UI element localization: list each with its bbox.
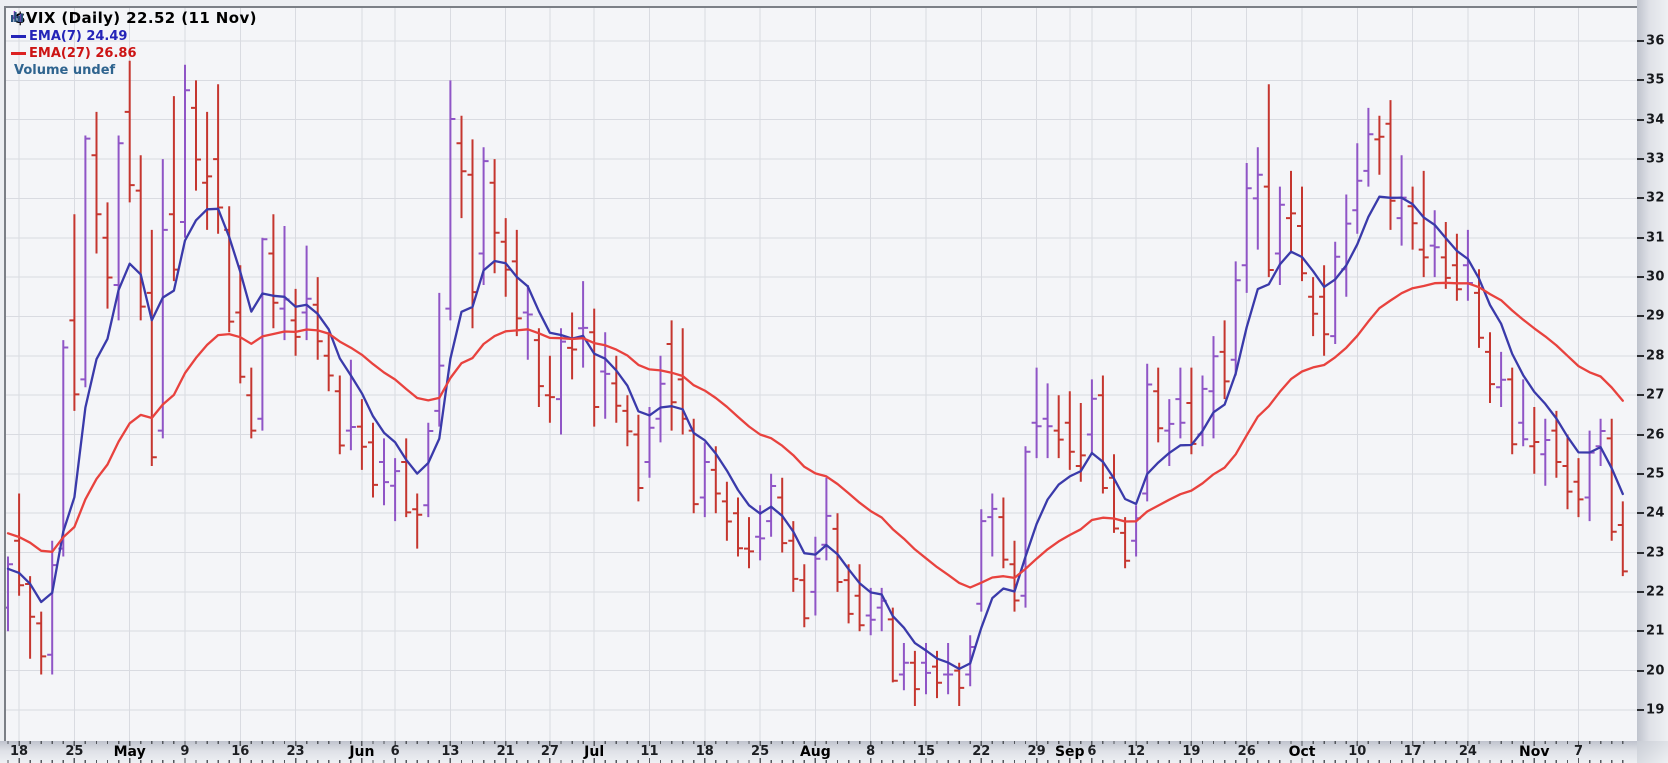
y-axis-tick (1637, 237, 1644, 239)
chart-legend: $VIX (Daily) 22.52 (11 Nov) EMA(7) 24.49… (11, 10, 257, 79)
y-axis-tick (1637, 40, 1644, 42)
x-month-label: Sep (1055, 744, 1085, 760)
x-tick-label: 17 (1404, 744, 1422, 759)
y-axis-tick (1637, 355, 1644, 357)
y-axis-tick (1637, 630, 1644, 632)
volume-legend: Volume undef (11, 62, 257, 79)
y-tick-label: 35 (1646, 73, 1665, 88)
y-tick-label: 22 (1646, 584, 1665, 599)
ema27-label: EMA(27) 26.86 (29, 45, 137, 62)
plot-area: $VIX (Daily) 22.52 (11 Nov) EMA(7) 24.49… (4, 6, 1639, 743)
ema7-legend: EMA(7) 24.49 (11, 28, 257, 45)
y-axis-tick (1637, 552, 1644, 554)
x-tick-label: 6 (1087, 744, 1096, 759)
y-axis-tick (1637, 315, 1644, 317)
y-tick-label: 32 (1646, 191, 1665, 206)
x-tick-label: 13 (441, 744, 459, 759)
x-tick-label: 7 (1574, 744, 1583, 759)
x-month-label: Jun (349, 744, 374, 760)
y-axis-tick (1637, 473, 1644, 475)
y-tick-label: 30 (1646, 270, 1665, 285)
y-axis-tick (1637, 709, 1644, 711)
y-tick-label: 31 (1646, 230, 1665, 245)
title-row: $VIX (Daily) 22.52 (11 Nov) (11, 10, 257, 27)
y-tick-label: 24 (1646, 506, 1665, 521)
y-axis-tick (1637, 591, 1644, 593)
x-month-label: Nov (1519, 744, 1549, 760)
axis-corner (1637, 741, 1668, 763)
y-axis-tick (1637, 119, 1644, 121)
x-tick-label: 25 (751, 744, 769, 759)
y-tick-label: 20 (1646, 663, 1665, 678)
x-tick-label: 25 (65, 744, 83, 759)
y-tick-label: 27 (1646, 388, 1665, 403)
x-tick-label: 6 (391, 744, 400, 759)
x-tick-label: 11 (640, 744, 658, 759)
x-tick-label: 16 (231, 744, 249, 759)
x-tick-label: 9 (180, 744, 189, 759)
x-month-label: May (114, 744, 146, 760)
ema7-label: EMA(7) 24.49 (29, 28, 127, 45)
y-tick-label: 33 (1646, 152, 1665, 167)
ema27-line-swatch (11, 52, 26, 55)
y-axis-tick (1637, 394, 1644, 396)
ema7-line-swatch (11, 35, 26, 38)
x-tick-label: 22 (972, 744, 990, 759)
y-tick-label: 34 (1646, 112, 1665, 127)
x-tick-label: 18 (696, 744, 714, 759)
y-axis-tick (1637, 79, 1644, 81)
x-tick-label: 18 (10, 744, 28, 759)
x-tick-label: 29 (1028, 744, 1046, 759)
y-axis-tick (1637, 670, 1644, 672)
y-axis-tick (1637, 434, 1644, 436)
x-month-label: Oct (1289, 744, 1316, 760)
y-axis-tick (1637, 512, 1644, 514)
x-month-label: Jul (584, 744, 604, 760)
y-axis: 19 20 21 22 23 24 25 26 27 28 29 30 31 32 33 34 35 36 (1637, 0, 1668, 741)
y-tick-label: 29 (1646, 309, 1665, 324)
x-tick-label: 15 (917, 744, 935, 759)
price-chart-canvas (6, 8, 1637, 741)
x-tick-label: 26 (1238, 744, 1256, 759)
y-tick-label: 36 (1646, 34, 1665, 49)
x-tick-label: 27 (541, 744, 559, 759)
x-tick-label: 21 (497, 744, 515, 759)
x-tick-label: 23 (287, 744, 305, 759)
y-axis-tick (1637, 158, 1644, 160)
ema27-legend: EMA(27) 26.86 (11, 45, 257, 62)
x-tick-label: 24 (1459, 744, 1477, 759)
chart-stage: $VIX (Daily) 22.52 (11 Nov) EMA(7) 24.49… (0, 0, 1668, 763)
y-tick-label: 23 (1646, 545, 1665, 560)
chart-title: $VIX (Daily) 22.52 (11 Nov) (15, 9, 257, 27)
y-axis-tick (1637, 276, 1644, 278)
x-tick-label: 19 (1182, 744, 1200, 759)
x-tick-label: 10 (1348, 744, 1366, 759)
y-axis-tick (1637, 197, 1644, 199)
y-tick-label: 26 (1646, 427, 1665, 442)
y-tick-label: 28 (1646, 348, 1665, 363)
x-axis: 18 25 May 9 16 23 Jun 6 13 21 27 Jul 11 18 25 Aug 8 15 22 2… (0, 741, 1668, 763)
x-month-label: Aug (800, 744, 831, 760)
x-tick-label: 8 (866, 744, 875, 759)
y-tick-label: 21 (1646, 624, 1665, 639)
y-tick-label: 19 (1646, 702, 1665, 717)
y-tick-label: 25 (1646, 466, 1665, 481)
x-tick-label: 12 (1127, 744, 1145, 759)
volume-label: Volume undef (14, 62, 115, 79)
